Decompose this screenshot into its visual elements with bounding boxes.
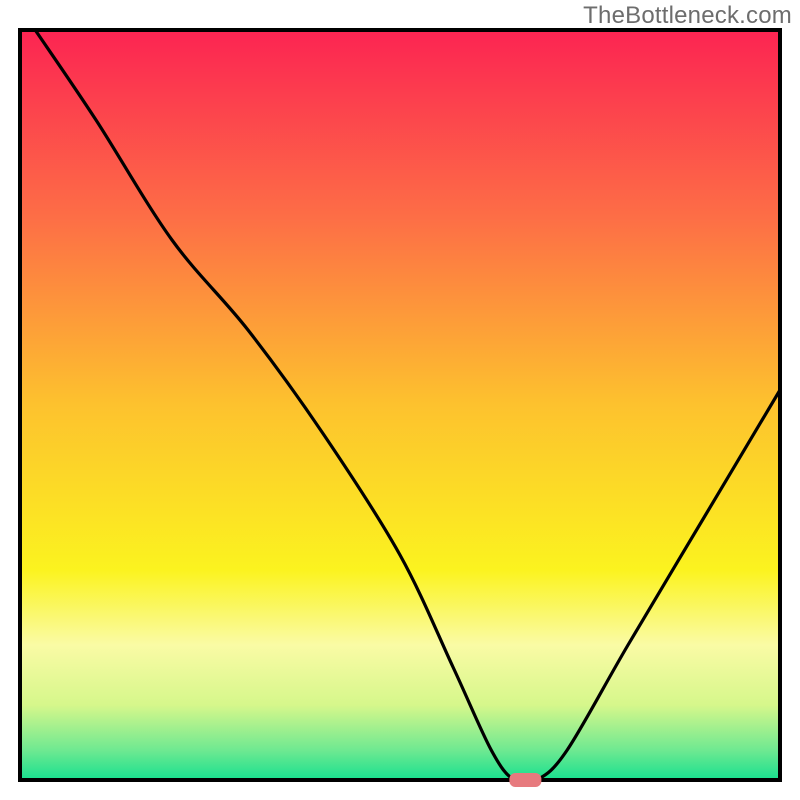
plot-background [20,30,780,780]
bottleneck-chart [0,0,800,800]
optimum-marker [509,773,541,787]
chart-container: TheBottleneck.com [0,0,800,800]
